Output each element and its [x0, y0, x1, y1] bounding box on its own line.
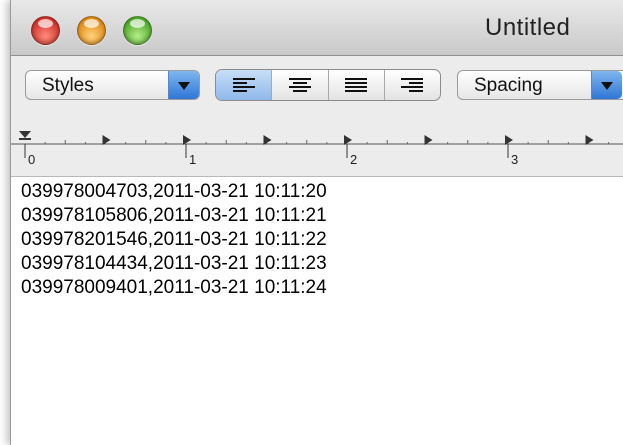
textedit-window: Untitled Styles Spacing 0 1 2 3 03997800… — [10, 0, 623, 445]
ruler-number: 0 — [28, 152, 35, 167]
spacing-popup[interactable]: Spacing — [457, 70, 623, 100]
ruler-number: 3 — [511, 152, 518, 167]
spacing-label: Spacing — [474, 75, 543, 96]
chevron-down-icon[interactable] — [168, 71, 199, 99]
text-line[interactable]: 039978009401,2011-03-21 10:11:24 — [21, 277, 327, 299]
align-left-icon — [232, 77, 255, 93]
ruler-scale[interactable]: 0 1 2 3 — [11, 114, 623, 176]
text-document[interactable]: 039978004703,2011-03-21 10:11:20 03997810… — [11, 177, 623, 445]
format-toolbar: Styles Spacing — [11, 56, 623, 114]
align-center-button[interactable] — [272, 70, 329, 100]
text-line[interactable]: 039978105806,2011-03-21 10:11:21 — [21, 205, 327, 227]
ruler-number: 2 — [350, 152, 357, 167]
ruler[interactable]: 0 1 2 3 — [11, 114, 623, 177]
align-justify-button[interactable] — [329, 70, 385, 100]
align-justify-icon — [345, 77, 368, 93]
text-line[interactable]: 039978004703,2011-03-21 10:11:20 — [21, 181, 327, 203]
first-indent-marker-icon[interactable] — [19, 131, 31, 138]
close-button[interactable] — [31, 16, 60, 45]
styles-popup[interactable]: Styles — [25, 70, 200, 100]
align-left-button[interactable] — [216, 70, 273, 100]
chevron-down-icon[interactable] — [591, 71, 622, 99]
align-right-icon — [401, 77, 424, 93]
ruler-number: 1 — [189, 152, 196, 167]
align-center-icon — [288, 77, 311, 93]
align-right-button[interactable] — [385, 70, 440, 100]
window-title: Untitled — [485, 14, 571, 41]
left-indent-marker-icon — [19, 138, 31, 140]
text-line[interactable]: 039978104434,2011-03-21 10:11:23 — [21, 253, 327, 275]
title-bar[interactable]: Untitled — [11, 0, 623, 56]
styles-label: Styles — [42, 75, 94, 96]
minimize-button[interactable] — [77, 16, 106, 45]
text-line[interactable]: 039978201546,2011-03-21 10:11:22 — [21, 229, 327, 251]
alignment-control[interactable] — [215, 69, 441, 101]
zoom-button[interactable] — [123, 16, 152, 45]
